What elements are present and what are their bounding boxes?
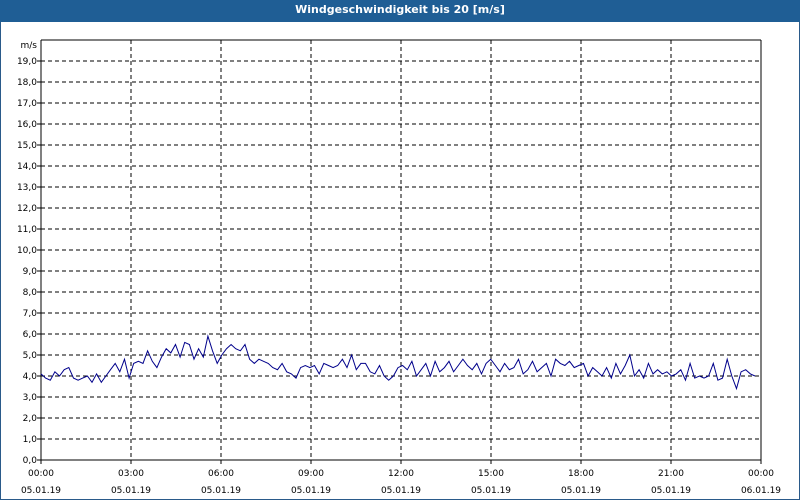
series-layer xyxy=(40,334,756,391)
x-tick-time: 03:00 xyxy=(118,469,144,479)
x-tick-time: 18:00 xyxy=(568,469,594,479)
y-tick-label: 3,0 xyxy=(23,393,38,403)
y-tick-label: 12,0 xyxy=(17,204,37,214)
y-tick-label: 18,0 xyxy=(17,78,37,88)
x-tick-date: 05.01.19 xyxy=(651,486,691,496)
x-tick-date: 05.01.19 xyxy=(291,486,331,496)
y-tick-label: 11,0 xyxy=(17,225,37,235)
x-tick-date: 05.01.19 xyxy=(201,486,241,496)
y-tick-label: 15,0 xyxy=(17,141,37,151)
y-tick-label: 2,0 xyxy=(23,414,38,424)
x-tick-time: 00:00 xyxy=(748,469,774,479)
x-tick-time: 15:00 xyxy=(478,469,504,479)
grid xyxy=(41,40,761,460)
y-tick-label: 5,0 xyxy=(23,351,38,361)
x-tick-time: 12:00 xyxy=(388,469,414,479)
y-tick-label: 8,0 xyxy=(23,288,38,298)
y-tick-label: 9,0 xyxy=(23,267,38,277)
x-tick-date: 06.01.19 xyxy=(741,486,781,496)
y-tick-label: 16,0 xyxy=(17,120,37,130)
x-tick-date: 05.01.19 xyxy=(21,486,61,496)
x-tick-time: 06:00 xyxy=(208,469,234,479)
y-tick-label: 6,0 xyxy=(23,330,38,340)
chart-title: Windgeschwindigkeit bis 20 [m/s] xyxy=(0,0,800,23)
y-tick-label: 13,0 xyxy=(17,183,37,193)
y-tick-label: 4,0 xyxy=(23,372,38,382)
x-tick-time: 21:00 xyxy=(658,469,684,479)
x-tick-date: 05.01.19 xyxy=(561,486,601,496)
y-tick-label: 17,0 xyxy=(17,99,37,109)
tick-labels: 0,0 1,0 2,0 3,0 4,0 5,0 6,0 7,0 8,0 9,0 10,0 11,0 12… xyxy=(17,41,781,496)
y-tick-label: 7,0 xyxy=(23,309,38,319)
chart-area: 0,0 1,0 2,0 3,0 4,0 5,0 6,0 7,0 8,0 9,0 10,0 11,0 12… xyxy=(0,22,800,500)
y-tick-label: 1,0 xyxy=(23,435,38,445)
y-tick-label: 19,0 xyxy=(17,57,37,67)
x-tick-date: 05.01.19 xyxy=(471,486,511,496)
x-tick-date: 05.01.19 xyxy=(111,486,151,496)
y-tick-label: 14,0 xyxy=(17,162,37,172)
x-tick-date: 05.01.19 xyxy=(381,486,421,496)
y-tick-label: 0,0 xyxy=(23,456,38,466)
x-tick-time: 00:00 xyxy=(28,469,54,479)
axes xyxy=(37,39,762,464)
y-tick-label: 10,0 xyxy=(17,246,37,256)
line-chart: 0,0 1,0 2,0 3,0 4,0 5,0 6,0 7,0 8,0 9,0 10,0 11,0 12… xyxy=(17,39,781,496)
x-tick-time: 09:00 xyxy=(298,469,324,479)
series-line xyxy=(40,334,756,391)
y-axis-label: m/s xyxy=(21,41,38,51)
